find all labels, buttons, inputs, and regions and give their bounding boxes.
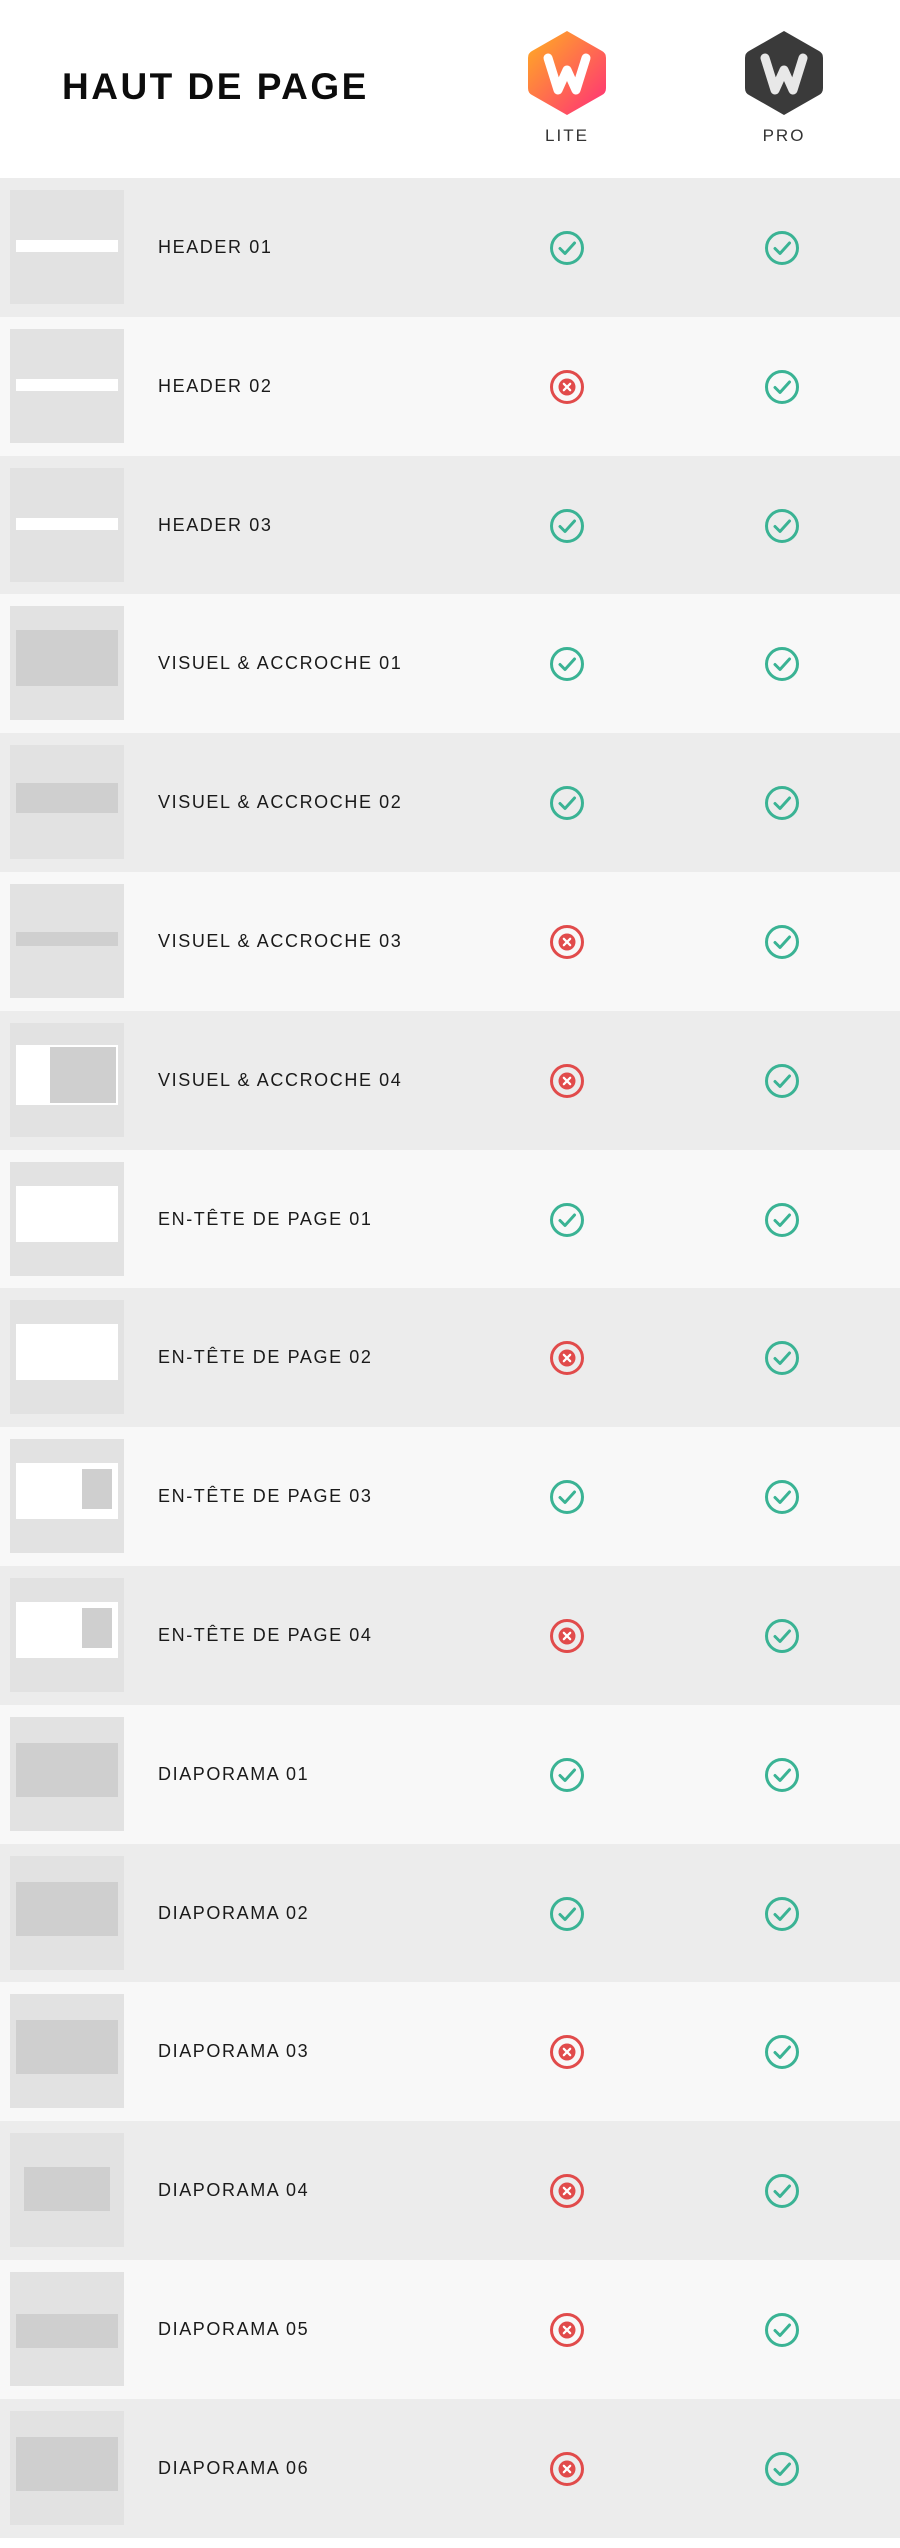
check-icon bbox=[764, 2451, 800, 2487]
table-row: HEADER 01 bbox=[0, 178, 900, 317]
page-header: HAUT DE PAGE LITE PRO bbox=[0, 0, 900, 178]
check-icon bbox=[549, 230, 585, 266]
template-thumbnail bbox=[10, 2410, 124, 2525]
check-icon bbox=[549, 785, 585, 821]
check-icon bbox=[764, 924, 800, 960]
row-label: VISUEL & ACCROCHE 04 bbox=[158, 1069, 403, 1090]
check-icon bbox=[549, 1896, 585, 1932]
check-icon bbox=[549, 1757, 585, 1793]
row-label: EN-TÊTE DE PAGE 04 bbox=[158, 1624, 373, 1645]
check-icon bbox=[764, 2034, 800, 2070]
table-row: VISUEL & ACCROCHE 01 bbox=[0, 594, 900, 734]
check-icon bbox=[764, 2173, 800, 2209]
w-logo-icon bbox=[528, 31, 606, 115]
table-row: VISUEL & ACCROCHE 03 bbox=[0, 871, 900, 1011]
template-thumbnail bbox=[10, 467, 124, 582]
table-row: DIAPORAMA 04 bbox=[0, 2121, 900, 2260]
row-label: DIAPORAMA 02 bbox=[158, 1902, 310, 1923]
check-icon bbox=[549, 646, 585, 682]
template-thumbnail bbox=[10, 745, 124, 860]
check-icon bbox=[764, 1063, 800, 1099]
cross-icon bbox=[549, 2451, 585, 2487]
table-row: EN-TÊTE DE PAGE 02 bbox=[0, 1288, 900, 1428]
row-label: EN-TÊTE DE PAGE 01 bbox=[158, 1208, 373, 1229]
template-thumbnail bbox=[10, 1439, 124, 1554]
template-thumbnail bbox=[10, 883, 124, 998]
check-icon bbox=[764, 1202, 800, 1238]
check-icon bbox=[764, 1896, 800, 1932]
cross-icon bbox=[549, 2173, 585, 2209]
row-label: HEADER 01 bbox=[158, 237, 273, 257]
table-row: DIAPORAMA 05 bbox=[0, 2259, 900, 2399]
check-icon bbox=[764, 1757, 800, 1793]
row-label: HEADER 02 bbox=[158, 375, 273, 396]
table-row: DIAPORAMA 06 bbox=[0, 2398, 900, 2538]
w-logo-icon bbox=[745, 31, 823, 115]
template-thumbnail bbox=[10, 1716, 124, 1831]
row-label: DIAPORAMA 05 bbox=[158, 2318, 310, 2339]
row-label: VISUEL & ACCROCHE 02 bbox=[158, 792, 403, 813]
template-thumbnail bbox=[10, 2133, 124, 2248]
table-row: DIAPORAMA 01 bbox=[0, 1704, 900, 1844]
table-row: DIAPORAMA 03 bbox=[0, 1982, 900, 2122]
check-icon bbox=[764, 2312, 800, 2348]
cross-icon bbox=[549, 924, 585, 960]
check-icon bbox=[764, 369, 800, 405]
check-icon bbox=[549, 508, 585, 544]
plan-lite: LITE bbox=[512, 28, 622, 146]
check-icon bbox=[764, 646, 800, 682]
table-row: DIAPORAMA 02 bbox=[0, 1843, 900, 1983]
template-thumbnail bbox=[10, 1855, 124, 1970]
page-title: HAUT DE PAGE bbox=[62, 66, 369, 107]
check-icon bbox=[764, 1340, 800, 1376]
plan-pro: PRO bbox=[729, 28, 839, 146]
row-label: DIAPORAMA 04 bbox=[158, 2180, 310, 2201]
template-thumbnail bbox=[10, 606, 124, 721]
row-label: EN-TÊTE DE PAGE 03 bbox=[158, 1486, 373, 1507]
cross-icon bbox=[549, 1618, 585, 1654]
table-row: EN-TÊTE DE PAGE 03 bbox=[0, 1427, 900, 1566]
feature-table: HEADER 01 HEADER 02 HEADER 03 VISUEL & ACCR… bbox=[0, 178, 900, 2538]
plan-lite-label: LITE bbox=[545, 126, 589, 145]
check-icon bbox=[549, 1202, 585, 1238]
template-thumbnail bbox=[10, 1577, 124, 1692]
plan-pro-label: PRO bbox=[762, 126, 806, 145]
table-row: VISUEL & ACCROCHE 02 bbox=[0, 733, 900, 872]
template-thumbnail bbox=[10, 1300, 124, 1415]
template-thumbnail bbox=[10, 1994, 124, 2109]
cross-icon bbox=[549, 369, 585, 405]
table-row: VISUEL & ACCROCHE 04 bbox=[0, 1010, 900, 1150]
template-thumbnail bbox=[10, 190, 124, 304]
template-thumbnail bbox=[10, 328, 124, 443]
check-icon bbox=[764, 1618, 800, 1654]
cross-icon bbox=[549, 1063, 585, 1099]
check-icon bbox=[549, 1479, 585, 1515]
check-icon bbox=[764, 785, 800, 821]
table-row: HEADER 03 bbox=[0, 455, 900, 595]
row-label: DIAPORAMA 06 bbox=[158, 2457, 310, 2478]
template-thumbnail bbox=[10, 1022, 124, 1137]
table-row: HEADER 02 bbox=[0, 316, 900, 456]
check-icon bbox=[764, 230, 800, 266]
row-label: VISUEL & ACCROCHE 01 bbox=[158, 653, 403, 674]
table-row: EN-TÊTE DE PAGE 01 bbox=[0, 1149, 900, 1289]
template-thumbnail bbox=[10, 2271, 124, 2386]
cross-icon bbox=[549, 1340, 585, 1376]
row-label: EN-TÊTE DE PAGE 02 bbox=[158, 1347, 373, 1368]
check-icon bbox=[764, 1479, 800, 1515]
row-label: DIAPORAMA 03 bbox=[158, 2041, 310, 2062]
template-thumbnail bbox=[10, 1161, 124, 1276]
cross-icon bbox=[549, 2312, 585, 2348]
cross-icon bbox=[549, 2034, 585, 2070]
row-label: VISUEL & ACCROCHE 03 bbox=[158, 930, 403, 951]
check-icon bbox=[764, 508, 800, 544]
row-label: HEADER 03 bbox=[158, 514, 273, 535]
table-row: EN-TÊTE DE PAGE 04 bbox=[0, 1565, 900, 1705]
row-label: DIAPORAMA 01 bbox=[158, 1763, 310, 1784]
